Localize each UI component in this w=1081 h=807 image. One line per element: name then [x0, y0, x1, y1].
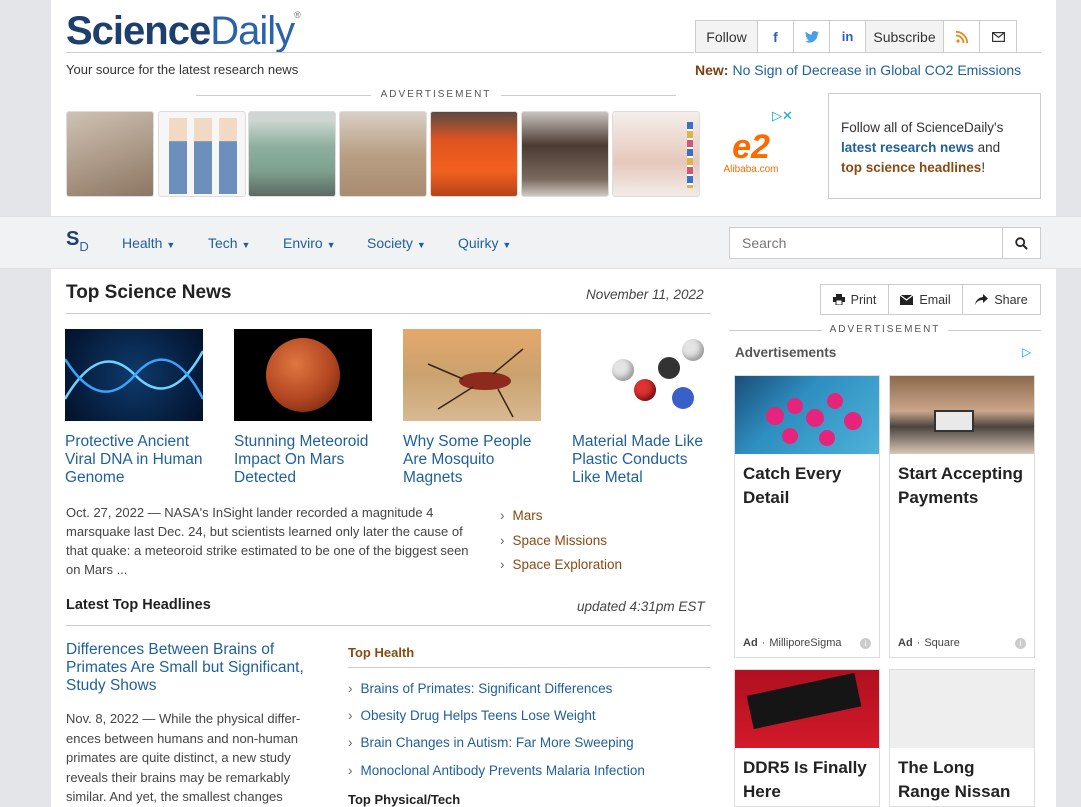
printer-icon	[832, 294, 845, 305]
ad-image-bodysuit	[339, 111, 427, 197]
ad-card-image	[890, 670, 1034, 748]
nav-society[interactable]: Society ▼	[367, 235, 426, 251]
envelope-icon	[900, 294, 914, 305]
lead-summary: Nov. 8, 2022 — While the physical differ…	[66, 711, 301, 804]
ad-card-image	[735, 670, 879, 748]
new-headline-link[interactable]: No Sign of Decrease in Global CO2 Emissi…	[732, 62, 1021, 78]
story-image-mars[interactable]	[234, 329, 372, 421]
info-icon[interactable]: i	[1015, 637, 1026, 649]
ad-card[interactable]: DDR5 Is Finally Here	[734, 669, 880, 807]
share-bar: Print Email Share	[820, 284, 1041, 315]
related-link[interactable]: › Mars	[500, 504, 622, 529]
email-button[interactable]: Email	[889, 285, 963, 314]
sidebar-ad-label: ADVERTISEMENT	[729, 324, 1041, 335]
ad-image-top	[248, 111, 336, 197]
ad-card-image	[735, 376, 879, 454]
related-link[interactable]: › Space Exploration	[500, 553, 622, 578]
story-image-mosquito[interactable]	[403, 329, 541, 421]
ad-image-pajamas	[612, 111, 700, 197]
divider	[348, 667, 711, 668]
ad-card-title: Start Accepting Payments	[898, 464, 1024, 507]
top-headlines-link[interactable]: top science headlines	[841, 160, 981, 175]
latest-news-link[interactable]: latest research news	[841, 140, 974, 155]
story-title-2[interactable]: Stunning Meteoroid Impact On Mars Detect…	[234, 433, 374, 487]
ad-card-footer: Ad · MilliporeSigma i	[743, 637, 871, 649]
divider	[66, 52, 694, 53]
divider	[66, 625, 711, 626]
ad-label: ADVERTISEMENT	[66, 89, 806, 100]
story-image-molecules[interactable]	[572, 329, 710, 421]
social-bar: Follow f in Subscribe	[695, 20, 1017, 53]
headline-link[interactable]: › Brain Changes in Autism: Far More Sweep…	[348, 729, 645, 756]
print-button[interactable]: Print	[821, 285, 889, 314]
linkedin-icon[interactable]: in	[830, 21, 866, 52]
chevron-down-icon: ▼	[166, 240, 176, 250]
chevron-down-icon: ▼	[326, 240, 336, 250]
story-title-3[interactable]: Why Some People Are Mosquito Magnets	[403, 433, 548, 487]
tagline: Your source for the latest research news	[66, 62, 299, 77]
related-link[interactable]: › Space Missions	[500, 529, 622, 554]
chevron-down-icon: ▼	[416, 240, 426, 250]
nav-quirky[interactable]: Quirky ▼	[458, 235, 511, 251]
new-headline: New: No Sign of Decrease in Global CO2 Em…	[695, 62, 1022, 78]
follow-box: Follow all of ScienceDaily's latest rese…	[828, 93, 1041, 199]
ad-card[interactable]: Catch Every Detail Ad · MilliporeSigma i	[734, 375, 880, 658]
twitter-icon[interactable]	[794, 21, 830, 52]
search-button[interactable]	[1002, 228, 1040, 258]
ad-card-title: The Long Range Nissan	[898, 758, 1011, 801]
ad-image-jeans	[158, 111, 246, 197]
section-heading: Top Health	[348, 645, 415, 660]
nav-tech[interactable]: Tech ▼	[208, 235, 250, 251]
headlines-title: Latest Top Headlines	[66, 597, 211, 613]
site-logo[interactable]: ScienceDaily®	[66, 8, 301, 54]
headline-link[interactable]: › Obesity Drug Helps Teens Lose Weight	[348, 702, 645, 729]
ad-card-image	[890, 376, 1034, 454]
nav-health[interactable]: Health ▼	[122, 235, 175, 251]
lead-headline[interactable]: Differences Between Brains of Primates A…	[66, 641, 326, 695]
ads-heading: Advertisements	[735, 345, 837, 360]
headline-list: › Brains of Primates: Significant Differe…	[348, 675, 645, 784]
alibaba-logo[interactable]: e2 Alibaba.com	[711, 130, 791, 175]
ad-card-title: Catch Every Detail	[743, 464, 842, 507]
ad-card[interactable]: The Long Range Nissan	[889, 669, 1035, 807]
story-image-dna[interactable]	[65, 329, 203, 421]
nav-logo[interactable]: SD	[66, 228, 89, 254]
share-button[interactable]: Share	[963, 285, 1040, 314]
related-topics: › Mars › Space Missions › Space Exploration	[500, 504, 622, 578]
top-banner-ad[interactable]: e2 Alibaba.com ▷✕	[66, 108, 806, 200]
facebook-icon[interactable]: f	[758, 21, 794, 52]
email-icon[interactable]	[980, 21, 1016, 52]
chevron-down-icon: ▼	[241, 240, 251, 250]
adchoices-icon[interactable]: ▷	[1022, 345, 1031, 359]
search-input[interactable]	[730, 228, 1002, 258]
section-title: Top Science News	[66, 282, 232, 303]
nav-enviro[interactable]: Enviro ▼	[283, 235, 336, 251]
ad-card-footer: Ad · Square i	[898, 637, 1026, 649]
ad-card[interactable]: Start Accepting Payments Ad · Square i	[889, 375, 1035, 658]
ad-card-title: DDR5 Is Finally Here	[743, 758, 867, 801]
search-box	[729, 227, 1041, 259]
info-icon[interactable]: i	[860, 637, 871, 649]
ad-image-outfit	[521, 111, 609, 197]
headline-link[interactable]: › Monoclonal Antibody Prevents Malaria In…	[348, 757, 645, 784]
updated-time: updated 4:31pm EST	[577, 599, 705, 614]
ad-image-wig	[66, 111, 154, 197]
story-title-4[interactable]: Material Made Like Plastic Conducts Like…	[572, 433, 717, 487]
share-arrow-icon	[975, 294, 989, 305]
subscribe-label: Subscribe	[866, 21, 944, 52]
search-icon	[1015, 236, 1028, 250]
headline-link[interactable]: › Brains of Primates: Significant Differe…	[348, 675, 645, 702]
ad-image-dress	[430, 111, 518, 197]
chevron-down-icon: ▼	[502, 240, 512, 250]
news-date: November 11, 2022	[586, 287, 704, 302]
story-summary: Oct. 27, 2022 — NASA's InSight lander re…	[66, 505, 469, 577]
story-title-1[interactable]: Protective Ancient Viral DNA in Human Ge…	[65, 433, 215, 487]
rss-icon[interactable]	[944, 21, 980, 52]
section-heading: Top Physical/Tech	[348, 792, 461, 807]
follow-label: Follow	[696, 21, 758, 52]
divider	[66, 313, 711, 314]
adchoices-icon[interactable]: ▷✕	[772, 108, 793, 124]
